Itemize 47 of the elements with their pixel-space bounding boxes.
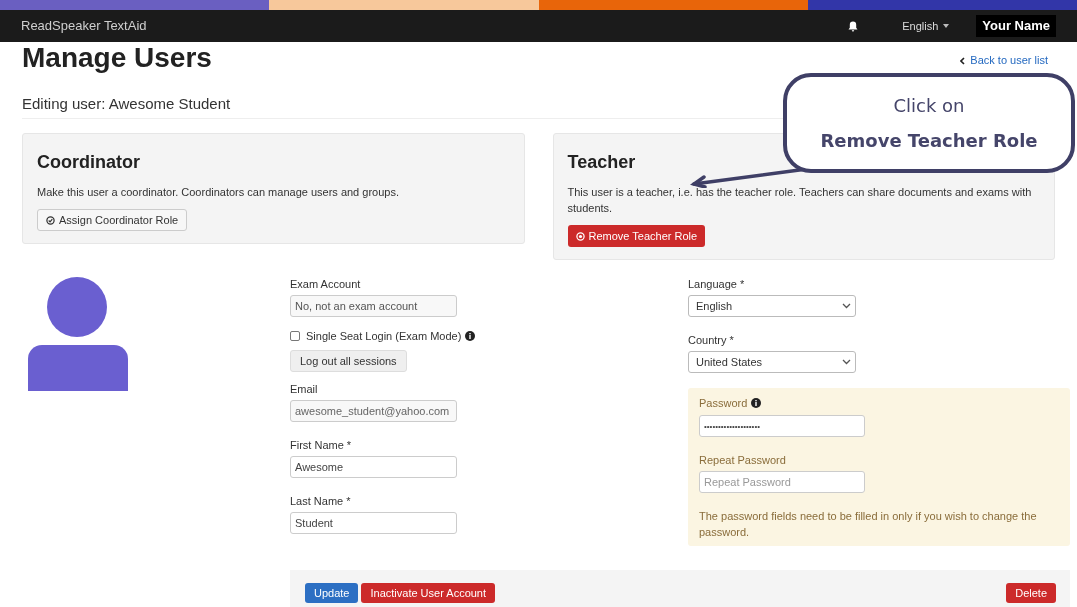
info-icon xyxy=(751,398,762,408)
chevron-down-icon xyxy=(842,303,851,309)
assign-role-button[interactable]: Assign Coordinator Role xyxy=(37,209,188,231)
page-title: Manage Users xyxy=(22,42,212,74)
bell-icon[interactable] xyxy=(848,20,859,32)
field-label: Country * xyxy=(688,333,735,347)
field-label: Repeat Password xyxy=(699,453,787,467)
field-label: Language * xyxy=(688,277,746,291)
field-label: First Name * xyxy=(290,438,353,452)
role-description: Make this user a coordinator. Coordinators can manage users and groups. xyxy=(37,185,400,200)
select-field[interactable]: English xyxy=(688,295,856,317)
field-label: Email xyxy=(290,382,319,396)
text-field[interactable]: awesome_student@yahoo.com xyxy=(290,400,457,422)
password-field[interactable]: •••••••••••••••••••• xyxy=(699,415,865,437)
field-label: Last Name * xyxy=(290,494,352,508)
role-title: Teacher xyxy=(567,152,637,172)
checkbox-label: Single Seat Login (Exam Mode) xyxy=(306,329,462,343)
checkbox[interactable] xyxy=(290,331,300,341)
info-icon xyxy=(465,331,476,341)
language-menu[interactable]: English xyxy=(902,17,950,35)
callout-heading: Remove Teacher Role xyxy=(820,129,1038,153)
callout-text: Click on xyxy=(893,94,965,118)
chevron-left-icon xyxy=(960,56,966,65)
chevron-down-icon xyxy=(842,359,851,365)
circle-check-icon xyxy=(46,215,55,225)
role-title: Coordinator xyxy=(37,152,141,172)
brand-name[interactable]: ReadSpeaker TextAid xyxy=(21,16,147,36)
text-field[interactable]: Student xyxy=(290,512,457,534)
update-button[interactable]: Update xyxy=(305,583,359,603)
text-field[interactable]: Awesome xyxy=(290,456,457,478)
logout-sessions-button[interactable]: Log out all sessions xyxy=(290,350,407,372)
repeat-password-field[interactable]: Repeat Password xyxy=(699,471,865,493)
back-link[interactable]: Back to user list xyxy=(960,52,1048,69)
avatar-placeholder-icon xyxy=(28,277,128,391)
select-field[interactable]: United States xyxy=(688,351,856,373)
danger-button[interactable]: Delete xyxy=(1006,583,1056,603)
role-description: This user is a teacher, i.e. has the teacher role. Teachers can share documents and exams with students. xyxy=(567,185,1033,216)
field-label: Password xyxy=(699,396,748,410)
danger-button[interactable]: Inactivate User Account xyxy=(361,583,496,603)
field-label: Exam Account xyxy=(290,277,362,291)
password-note: The password fields need to be filled in only if you wish to change the password. xyxy=(699,509,1038,540)
remove-role-button[interactable]: Remove Teacher Role xyxy=(567,225,706,247)
caret-icon xyxy=(943,24,950,28)
editing-subtitle: Editing user: Awesome Student xyxy=(22,94,231,114)
user-menu[interactable]: Your Name xyxy=(976,15,1056,37)
circle-dot-icon xyxy=(575,231,585,241)
exam-account-field[interactable]: No, not an exam account xyxy=(290,295,457,317)
